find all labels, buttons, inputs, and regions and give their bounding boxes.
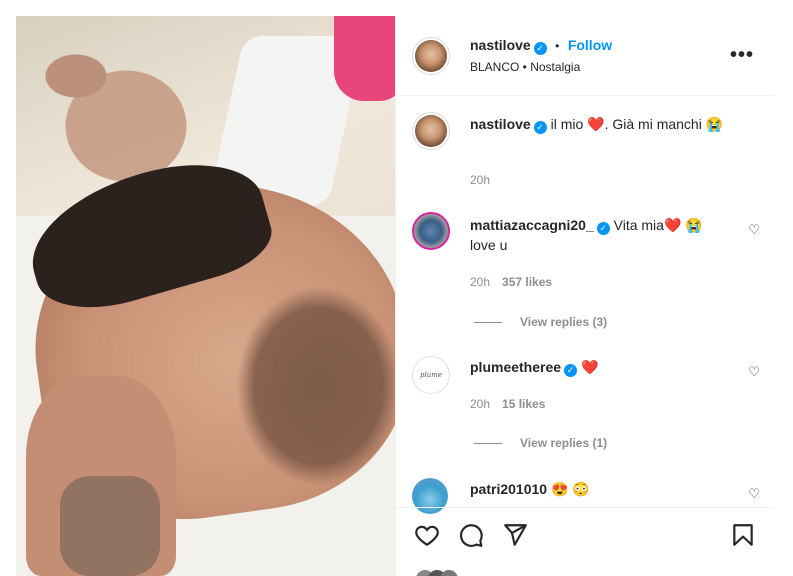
like-comment-icon[interactable]: ♡ (748, 486, 760, 502)
caption-text: nastilove ✓ il mio ❤️. Già mi manchi 😭 (470, 114, 730, 134)
follow-button[interactable]: Follow (568, 37, 612, 53)
comment-meta: 20h 15 likes (470, 397, 545, 411)
comment-username[interactable]: patri201010 (470, 481, 547, 497)
view-replies-label: View replies (1) (520, 436, 608, 450)
audio-link[interactable]: BLANCO • Nostalgia (470, 60, 580, 74)
share-icon[interactable] (502, 522, 528, 548)
like-comment-icon[interactable]: ♡ (748, 364, 760, 380)
comment-meta: 20h 357 likes (470, 275, 552, 289)
caption-avatar[interactable] (415, 115, 447, 147)
pink-pillow (334, 16, 395, 101)
post-panel: nastilove ✓ • Follow BLANCO • Nostalgia •… (395, 16, 773, 576)
like-comment-icon[interactable]: ♡ (748, 222, 760, 238)
comment-body: 😍 😳 (550, 481, 590, 497)
comment-icon[interactable] (458, 522, 484, 548)
comment-body: ❤️ (580, 359, 599, 375)
likes-avatars[interactable] (416, 566, 476, 576)
more-icon[interactable]: ••• (730, 44, 754, 67)
post-header: nastilove ✓ • Follow BLANCO • Nostalgia •… (396, 16, 773, 96)
verified-icon: ✓ (564, 364, 578, 377)
author-line: nastilove ✓ • Follow (470, 37, 612, 55)
comment-username[interactable]: plumeetheree (470, 359, 561, 375)
replies-line (474, 443, 502, 445)
caption-body: il mio ❤️. Già mi manchi 😭 (550, 116, 724, 132)
view-replies-button[interactable]: View replies (3) (474, 315, 607, 329)
like-icon[interactable] (414, 522, 440, 548)
author-username[interactable]: nastilove (470, 37, 531, 53)
arm-tattoo (60, 476, 160, 576)
verified-icon: ✓ (533, 121, 547, 134)
comment-text: mattiazaccagni20_ ✓ Vita mia❤️ 😭 love u (470, 215, 730, 255)
comment-username[interactable]: mattiazaccagni20_ (470, 217, 594, 233)
action-bar (396, 507, 773, 576)
man-beard (236, 286, 395, 486)
replies-line (474, 322, 502, 324)
separator-dot: • (555, 39, 560, 53)
comment-likes[interactable]: 357 likes (502, 275, 552, 289)
comment-likes[interactable]: 15 likes (502, 397, 545, 411)
view-replies-button[interactable]: View replies (1) (474, 436, 607, 450)
post-media[interactable] (16, 16, 395, 576)
comment-text: patri201010 😍 😳 (470, 479, 730, 499)
plume-avatar-text: plume (419, 371, 442, 379)
view-replies-label: View replies (3) (520, 315, 608, 329)
comment-time[interactable]: 20h (470, 397, 490, 411)
verified-icon: ✓ (596, 222, 610, 235)
comment-avatar[interactable]: plume (412, 356, 450, 394)
post-modal: nastilove ✓ • Follow BLANCO • Nostalgia •… (16, 16, 773, 576)
verified-icon: ✓ (533, 42, 547, 55)
author-avatar[interactable] (415, 40, 447, 72)
comment-text: plumeetheree ✓ ❤️ (470, 357, 730, 377)
comment-avatar[interactable] (412, 212, 450, 250)
caption-username[interactable]: nastilove (470, 116, 531, 132)
comment-time[interactable]: 20h (470, 275, 490, 289)
save-icon[interactable] (730, 522, 756, 548)
caption-time[interactable]: 20h (470, 173, 490, 187)
